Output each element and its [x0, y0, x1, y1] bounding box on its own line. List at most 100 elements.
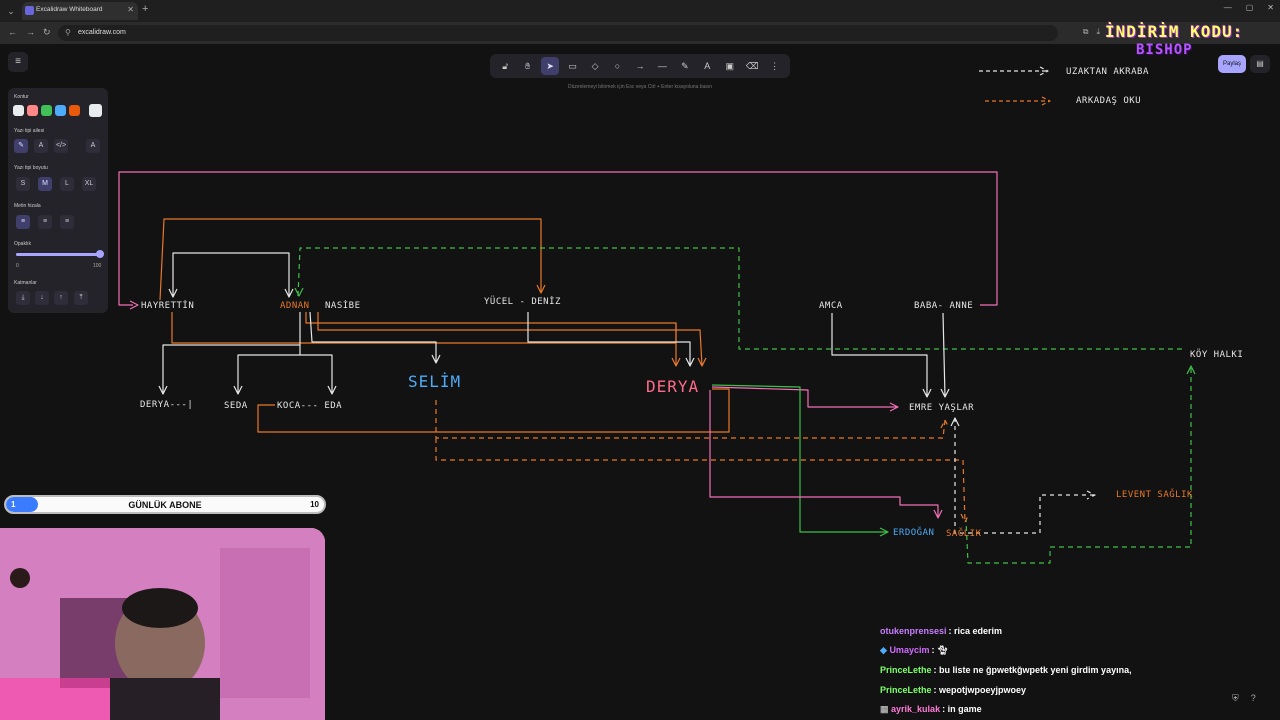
promo-code-overlay: İNDİRİM KODU: BISHOP: [1100, 20, 1250, 65]
opacity-slider-fill: [16, 253, 100, 256]
line-icon[interactable]: —: [653, 57, 671, 75]
pencil-icon[interactable]: ✎: [676, 57, 694, 75]
white-dashed-connector: [954, 418, 1096, 534]
node-adnan[interactable]: ADNAN: [280, 301, 310, 311]
node-erdogan[interactable]: ERDOĞAN: [893, 526, 934, 538]
node-selim[interactable]: SELİM: [408, 372, 461, 391]
size-l-button[interactable]: L: [60, 177, 74, 191]
node-koy-halki[interactable]: KÖY HALKI: [1190, 349, 1243, 360]
canvas-footer-icons: ⛨ ?: [1232, 693, 1256, 704]
white-connector: [831, 313, 932, 398]
orange-connector: [171, 312, 677, 344]
stroke-swatch-white[interactable]: [13, 105, 24, 116]
layers-label: Katmanlar: [14, 280, 37, 286]
chat-text: rica ederim: [954, 626, 1003, 636]
white-connector: [168, 288, 294, 298]
diamond-icon[interactable]: ◇: [586, 57, 604, 75]
shield-icon[interactable]: ⛨: [1232, 693, 1239, 704]
node-baba-anne[interactable]: BABA- ANNE: [914, 301, 973, 311]
bring-forward-icon[interactable]: ↑: [54, 291, 68, 305]
align-right-icon[interactable]: ≡: [60, 215, 74, 229]
legend-white-dashed-arrow: [979, 66, 1049, 76]
eraser-icon[interactable]: ⌫: [743, 57, 761, 75]
white-connector: [527, 312, 695, 367]
stroke-swatch-blue[interactable]: [55, 105, 66, 116]
node-amca[interactable]: AMCA: [819, 301, 843, 311]
node-emre-yaslar[interactable]: EMRE YAŞLAR: [909, 403, 974, 413]
legend-friend-arrow[interactable]: ARKADAŞ OKU: [1076, 96, 1141, 106]
hand-icon[interactable]: ✋︎: [519, 57, 537, 75]
node-levent-saglik[interactable]: LEVENT SAĞLIK: [1116, 488, 1193, 500]
align-left-icon[interactable]: ≡: [16, 215, 30, 229]
font-code-icon[interactable]: </>: [54, 139, 68, 153]
main-menu-button[interactable]: ≡: [8, 52, 28, 72]
orange-connector: [159, 218, 542, 301]
chat-username[interactable]: PrinceLethe: [880, 665, 932, 675]
node-seda[interactable]: SEDA: [224, 401, 248, 411]
node-yucel-deniz[interactable]: YÜCEL - DENİZ: [484, 296, 561, 307]
image-icon[interactable]: ▣: [721, 57, 739, 75]
white-connector: [940, 312, 950, 398]
help-icon[interactable]: ?: [1251, 693, 1256, 704]
white-connector: [233, 345, 301, 395]
rectangle-icon[interactable]: ▭: [564, 57, 582, 75]
text-icon[interactable]: A: [698, 57, 716, 75]
chat-text: bu liste ne ğpwetkğwpetk yeni girdim yay…: [939, 665, 1132, 675]
font-more-icon[interactable]: A: [86, 139, 100, 153]
font-hand-drawn-icon[interactable]: ✎: [14, 139, 28, 153]
chat-username[interactable]: ayrik_kulak: [891, 704, 940, 714]
orange-connector: [317, 312, 707, 367]
chat-username[interactable]: Umaycim: [889, 645, 929, 655]
pink-connector: [711, 386, 899, 412]
lock-icon[interactable]: 🔓︎: [496, 57, 514, 75]
white-connector: [172, 252, 290, 297]
size-s-button[interactable]: S: [16, 177, 30, 191]
chat-message: ▦ ayrik_kulak: in game: [880, 704, 982, 714]
emote-icon: 🐈︎: [936, 645, 949, 655]
selection-icon[interactable]: ➤: [541, 57, 560, 75]
promo-code: BISHOP: [1136, 42, 1193, 58]
more-icon[interactable]: ⋮: [766, 57, 784, 75]
current-stroke-color[interactable]: [89, 104, 102, 117]
font-family-label: Yazı tipi ailesi: [14, 128, 45, 134]
bring-to-front-icon[interactable]: ⤒: [74, 291, 88, 305]
text-align-label: Metin hizala: [14, 203, 41, 209]
legend-remote-relative[interactable]: UZAKTAN AKRABA: [1066, 67, 1149, 77]
white-connector: [162, 312, 301, 394]
pink-connector: [118, 171, 998, 306]
node-nasibe[interactable]: NASİBE: [325, 300, 361, 311]
send-backward-icon[interactable]: ↓: [35, 291, 49, 305]
green-dashed-connector: [297, 247, 1183, 350]
chat-username[interactable]: otukenprensesi: [880, 626, 947, 636]
ellipse-icon[interactable]: ○: [608, 57, 626, 75]
arrow-icon[interactable]: →: [631, 57, 649, 75]
stream-chat: otukenprensesi: rica ederim ◆ Umaycim: 🐈…: [876, 622, 1276, 720]
opacity-label: Opaklık: [14, 241, 31, 247]
node-koca-eda[interactable]: KOCA--- EDA: [277, 401, 342, 411]
library-icon[interactable]: ▤: [1250, 55, 1270, 73]
subscriber-goal-title: GÜNLÜK ABONE: [128, 500, 202, 510]
align-center-icon[interactable]: ≡: [38, 215, 52, 229]
chat-message: otukenprensesi: rica ederim: [880, 626, 1003, 636]
opacity-slider[interactable]: [16, 250, 104, 258]
stroke-label: Kontur: [14, 94, 29, 100]
node-derya-small[interactable]: DERYA---|: [140, 400, 193, 410]
size-xl-button[interactable]: XL: [82, 177, 96, 191]
pink-connector: [709, 390, 943, 519]
send-to-back-icon[interactable]: ⤓: [16, 291, 30, 305]
node-hayrettin[interactable]: HAYRETTİN: [141, 300, 194, 311]
stroke-swatch-orange[interactable]: [69, 105, 80, 116]
chat-username[interactable]: PrinceLethe: [880, 685, 932, 695]
opacity-max: 100: [93, 263, 102, 269]
stroke-swatch-green[interactable]: [41, 105, 52, 116]
node-derya-big[interactable]: DERYA: [646, 377, 699, 396]
shape-toolbar: 🔓︎ ✋︎ ➤ ▭ ◇ ○ → — ✎ A ▣ ⌫ ⋮: [490, 54, 790, 78]
font-normal-icon[interactable]: A: [34, 139, 48, 153]
orange-dashed-connector: [435, 438, 970, 523]
node-saglik[interactable]: SAĞLIK: [946, 527, 982, 539]
green-dashed-connector: [965, 368, 1192, 564]
stroke-swatch-red[interactable]: [27, 105, 38, 116]
editing-hint: Düzenlemeyi bitirmek için Esc veya Ctrl …: [567, 84, 713, 90]
size-m-button[interactable]: M: [38, 177, 52, 191]
opacity-slider-handle[interactable]: [96, 250, 104, 258]
